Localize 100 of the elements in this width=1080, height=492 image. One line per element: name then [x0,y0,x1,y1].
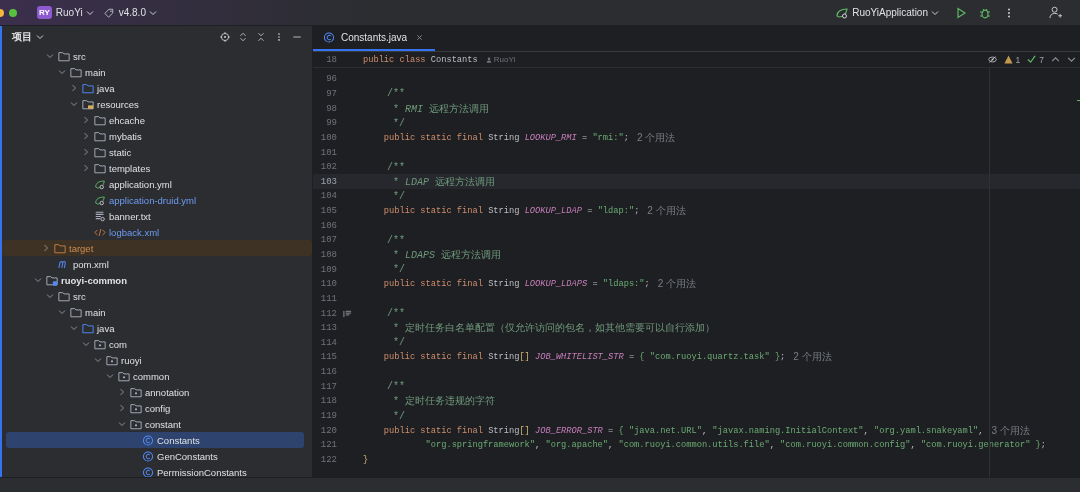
tree-item[interactable]: Constants [6,432,304,448]
panel-title[interactable]: 项目 [12,30,32,44]
text-file-icon [94,210,106,222]
tree-item[interactable]: common [6,368,304,384]
run-configuration[interactable]: RuoYiApplication [852,7,928,18]
bug-icon[interactable] [979,6,991,19]
tree-item[interactable]: ehcache [6,112,304,128]
package-icon [130,418,142,430]
chevron-down-icon[interactable] [931,8,939,17]
chevron-right-icon[interactable] [118,404,126,412]
chevron-down-icon[interactable] [46,52,54,60]
tree-item[interactable]: constant [6,416,304,432]
tree-item[interactable]: pom.xml [6,256,304,272]
close-icon[interactable] [416,34,424,41]
tree-item[interactable]: application-druid.yml [6,192,304,208]
tree-item[interactable]: config [6,400,304,416]
folder-icon [82,82,94,94]
tree-item[interactable]: logback.xml [6,224,304,240]
line-number: 97 [325,88,337,99]
chevron-right-icon[interactable] [82,148,90,156]
usages-hint[interactable]: 2 个用法 [647,204,686,219]
tree-item[interactable]: src [6,48,304,64]
tree-item[interactable]: com [6,336,304,352]
project-name[interactable]: RuoYi [55,7,83,18]
usages-hint[interactable]: 3 个用法 [991,423,1030,438]
line-number: 103 [319,176,337,187]
add-user-icon[interactable] [1049,6,1062,19]
zoom-window-control[interactable] [9,8,17,17]
folder-icon [54,242,66,254]
tree-item[interactable]: GenConstants [6,448,304,464]
locate-icon[interactable] [220,32,230,42]
code-line: * 定时任务白名单配置（仅允许访问的包名，如其他需要可以自行添加） [392,321,715,336]
tree-item[interactable]: java [6,80,304,96]
module-icon [46,274,58,286]
class-icon [323,32,335,43]
line-number: 116 [319,367,337,378]
tree-item[interactable]: banner.txt [6,208,304,224]
code-line: public class Constants [363,54,478,65]
tag-icon[interactable] [103,7,114,18]
code-line: * 定时任务违规的字符 [392,394,495,409]
usages-hint[interactable]: 2 个用法 [793,350,832,365]
code-line: "org.springframework", "org.apache", "com.ruoyi.common.utils.file", "com.ruoyi.common.config", "com.ruoyi.generator" }; [424,440,1047,451]
branch-name[interactable]: v4.8.0 [118,7,146,18]
chevron-down-icon[interactable] [148,8,157,17]
tree-item[interactable]: PermissionConstants [6,464,304,477]
chevron-down-icon[interactable] [70,324,78,332]
tree-item[interactable]: ruoyi [6,352,304,368]
chevron-right-icon[interactable] [82,116,90,124]
collapse-all-icon[interactable] [256,32,266,42]
tree-item[interactable]: target [2,240,312,256]
chevron-down-icon[interactable] [46,292,54,300]
tree-item[interactable]: java [6,320,304,336]
tree-item[interactable]: src [6,288,304,304]
chevron-down-icon[interactable] [1067,55,1076,64]
code-line: * RMI 远程方法调用 [392,102,490,116]
chevron-down-icon[interactable] [82,340,90,348]
tree-item[interactable]: mybatis [6,128,304,144]
chevron-down-icon[interactable] [106,372,114,380]
run-icon[interactable] [955,6,967,19]
reader-mode-icon[interactable] [343,309,352,318]
leaf-icon[interactable] [835,6,850,19]
tree-item[interactable]: ruoyi-common [6,272,304,288]
chevron-right-icon[interactable] [42,244,50,252]
tree-item[interactable]: application.yml [6,176,304,192]
line-number: 109 [319,264,337,275]
tree-item[interactable]: static [6,144,304,160]
chevron-down-icon[interactable] [94,356,102,364]
code-line: */ [392,264,405,276]
chevron-right-icon[interactable] [82,164,90,172]
folder-icon [70,66,82,78]
chevron-down-icon[interactable] [58,308,66,316]
line-number: 18 [325,54,337,65]
warning-icon[interactable] [1003,55,1013,64]
code-line: /** [386,381,405,393]
chevron-down-icon[interactable] [70,100,78,108]
eye-slash-icon[interactable] [987,55,997,64]
code-line: * LDAPS 远程方法调用 [392,248,502,262]
line-number: 121 [319,440,337,451]
chevron-up-icon[interactable] [1051,55,1060,64]
tree-item[interactable]: main [6,64,304,80]
usages-hint[interactable]: 2 个用法 [636,130,676,145]
folder-icon [58,290,70,302]
chevron-down-icon[interactable] [36,33,44,41]
chevron-down-icon[interactable] [118,420,126,428]
chevron-down-icon[interactable] [85,8,94,17]
chevron-down-icon[interactable] [34,276,42,284]
tree-item[interactable]: templates [6,160,304,176]
tree-item[interactable]: main [6,304,304,320]
chevron-down-icon[interactable] [58,68,66,76]
code-line: /** [386,88,405,100]
tree-item[interactable]: resources [6,96,304,112]
chevron-right-icon[interactable] [118,388,126,396]
chevron-right-icon[interactable] [82,132,90,140]
check-count[interactable]: 7 [1039,54,1044,65]
tree-item[interactable]: annotation [6,384,304,400]
warning-count[interactable]: 1 [1015,54,1021,65]
check-icon[interactable] [1027,55,1037,64]
chevron-right-icon[interactable] [70,84,78,92]
usages-hint[interactable]: 2 个用法 [657,277,697,292]
expand-all-icon[interactable] [238,32,248,42]
